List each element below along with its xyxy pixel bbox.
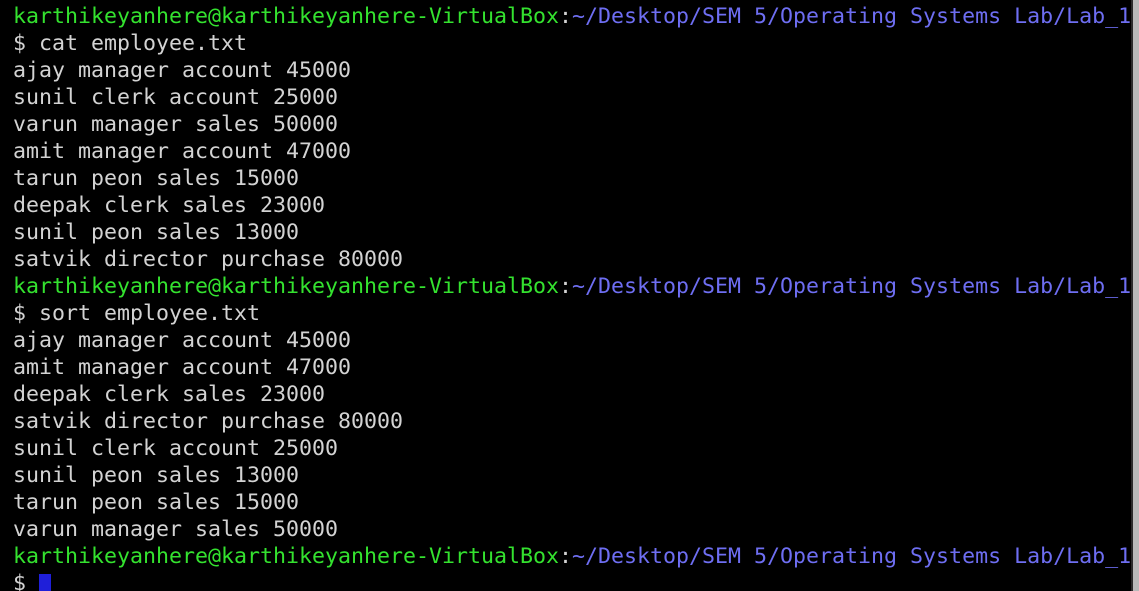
prompt-separator: :: [559, 544, 573, 569]
prompt-line: karthikeyanhere@karthikeyanhere-VirtualB…: [13, 3, 1131, 30]
output-line: sunil peon sales 13000: [13, 463, 300, 488]
terminal-window[interactable]: karthikeyanhere@karthikeyanhere-VirtualB…: [0, 0, 1139, 591]
prompt-path: ~/Desktop/SEM 5/Operating Systems Lab/La…: [572, 4, 1132, 29]
output-line: ajay manager account 45000: [13, 328, 352, 353]
input-prompt-symbol: $: [13, 571, 40, 591]
output-line: deepak clerk sales 23000: [13, 193, 326, 218]
prompt-user-host: karthikeyanhere@karthikeyanhere-VirtualB…: [13, 544, 560, 569]
output-line: satvik director purchase 80000: [13, 247, 404, 272]
output-line: amit manager account 47000: [13, 139, 352, 164]
window-border: [1133, 0, 1139, 591]
terminal-output: karthikeyanhere@karthikeyanhere-VirtualB…: [13, 3, 1131, 591]
prompt-separator: :: [559, 4, 573, 29]
output-line: deepak clerk sales 23000: [13, 382, 326, 407]
prompt-user-host: karthikeyanhere@karthikeyanhere-VirtualB…: [13, 274, 560, 299]
output-line: satvik director purchase 80000: [13, 409, 404, 434]
command-line: $ cat employee.txt: [13, 31, 248, 56]
output-line: sunil clerk account 25000: [13, 436, 339, 461]
output-line: amit manager account 47000: [13, 355, 352, 380]
output-line: tarun peon sales 15000: [13, 490, 300, 515]
output-line: ajay manager account 45000: [13, 58, 352, 83]
output-line: varun manager sales 50000: [13, 517, 339, 542]
prompt-path: ~/Desktop/SEM 5/Operating Systems Lab/La…: [572, 274, 1132, 299]
prompt-line: karthikeyanhere@karthikeyanhere-VirtualB…: [13, 543, 1131, 570]
command-line: $ sort employee.txt: [13, 301, 261, 326]
prompt-path: ~/Desktop/SEM 5/Operating Systems Lab/La…: [572, 544, 1132, 569]
output-line: sunil clerk account 25000: [13, 85, 339, 110]
prompt-line: karthikeyanhere@karthikeyanhere-VirtualB…: [13, 273, 1131, 300]
prompt-separator: :: [559, 274, 573, 299]
output-line: sunil peon sales 13000: [13, 220, 300, 245]
active-input-line[interactable]: $: [13, 570, 1131, 591]
text-cursor: [39, 574, 52, 591]
prompt-user-host: karthikeyanhere@karthikeyanhere-VirtualB…: [13, 4, 560, 29]
output-line: tarun peon sales 15000: [13, 166, 300, 191]
output-line: varun manager sales 50000: [13, 112, 339, 137]
